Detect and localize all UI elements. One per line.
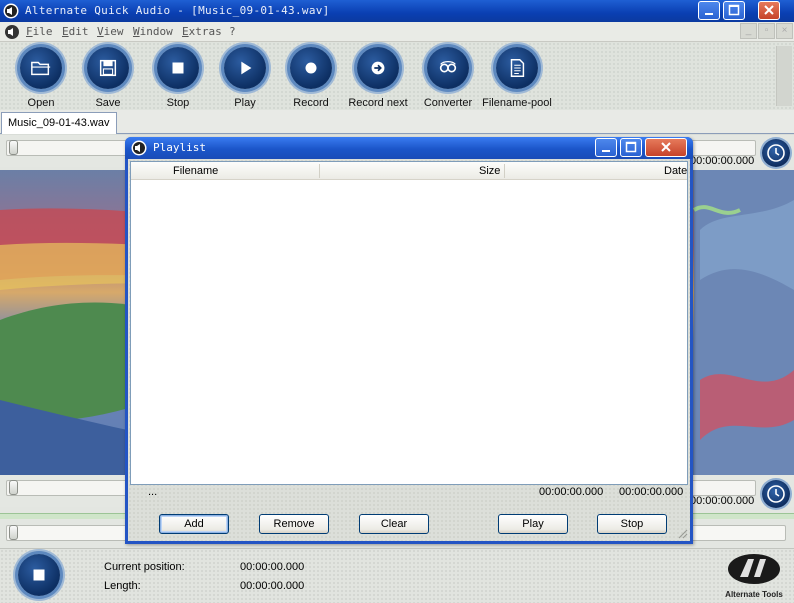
- menu-window[interactable]: Window: [133, 25, 173, 38]
- toolbar: Open Save Stop Play Record Record next C…: [0, 42, 794, 110]
- maximize-button[interactable]: [723, 1, 745, 20]
- stop-button[interactable]: Stop: [142, 47, 214, 109]
- maximize-icon: [728, 4, 740, 16]
- play-label: Play: [234, 97, 256, 109]
- top-clock-button[interactable]: [762, 139, 790, 167]
- speaker-icon: [131, 140, 147, 156]
- menu-file[interactable]: File: [26, 25, 53, 38]
- maximize-icon: [625, 141, 637, 153]
- close-button[interactable]: [758, 1, 780, 20]
- clock-icon: [767, 485, 785, 503]
- current-position-label: Current position:: [104, 561, 185, 573]
- play-icon: [241, 61, 252, 75]
- playlist-minimize-button[interactable]: [595, 138, 617, 157]
- column-filename[interactable]: Filename: [173, 165, 218, 177]
- record-icon: [305, 62, 317, 74]
- minimize-icon: [602, 150, 610, 152]
- stop-label: Stop: [166, 97, 190, 109]
- menu-extras[interactable]: Extras: [182, 25, 222, 38]
- playlist-time-1: 00:00:00.000: [539, 486, 604, 498]
- brand-logo: Alternate Tools: [718, 551, 790, 601]
- document-icon: [510, 59, 525, 77]
- current-position-value: 00:00:00.000: [240, 561, 305, 573]
- menu-view[interactable]: View: [97, 25, 124, 38]
- add-button[interactable]: Add: [159, 514, 229, 534]
- top-time-readout: 00:00:00.000: [690, 155, 755, 167]
- status-bar: Current position: 00:00:00.000 Length: 0…: [0, 548, 794, 603]
- mdi-minimize-button[interactable]: _: [740, 23, 757, 39]
- playlist-title: Playlist: [153, 141, 206, 154]
- status-stop-button[interactable]: [18, 554, 60, 596]
- speaker-app-icon: [3, 3, 19, 19]
- bottom-clock-button[interactable]: [762, 480, 790, 508]
- minimize-button[interactable]: [698, 1, 720, 20]
- tab-music-file[interactable]: Music_09-01-43.wav: [1, 112, 117, 134]
- folder-icon: [31, 61, 51, 76]
- close-icon: [764, 5, 774, 15]
- playlist-header: Filename Size Date: [131, 162, 687, 180]
- main-titlebar[interactable]: Alternate Quick Audio - [Music_09-01-43.…: [0, 0, 794, 22]
- playlist-play-button[interactable]: Play: [498, 514, 568, 534]
- document-tabstrip: Music_09-01-43.wav: [0, 110, 794, 134]
- playlist-time-2: 00:00:00.000: [619, 486, 684, 498]
- menu-bar: File Edit View Window Extras ? _ ▫ ×: [0, 22, 794, 42]
- mdi-restore-button[interactable]: ▫: [758, 23, 775, 39]
- minimize-icon: [705, 13, 713, 15]
- record-next-button[interactable]: Record next: [342, 47, 414, 109]
- bottom-slider-thumb[interactable]: [9, 480, 18, 495]
- playlist-stop-button[interactable]: Stop: [597, 514, 667, 534]
- alternate-tools-logo-icon: [728, 554, 780, 584]
- filename-pool-button[interactable]: Filename-pool: [481, 47, 553, 109]
- filename-pool-label: Filename-pool: [482, 97, 552, 109]
- toolbar-scrollbar[interactable]: [776, 46, 792, 106]
- playlist-titlebar[interactable]: Playlist: [125, 137, 693, 159]
- record-next-icon: [371, 61, 385, 75]
- playlist-dialog: Playlist Filename Size Date ... 00:00:00…: [125, 137, 693, 544]
- playlist-status-text: ...: [148, 486, 158, 498]
- document-speaker-icon[interactable]: [4, 24, 20, 40]
- playlist-body: Filename Size Date ... 00:00:00.000 00:0…: [128, 159, 690, 541]
- brand-text: Alternate Tools: [725, 590, 783, 599]
- bottom-time-readout: 00:00:00.000: [690, 495, 755, 507]
- top-slider-thumb[interactable]: [9, 140, 18, 155]
- converter-label: Converter: [423, 97, 473, 109]
- record-next-label: Record next: [348, 97, 408, 109]
- stop-icon: [33, 569, 45, 581]
- stop-icon: [172, 62, 184, 74]
- converter-button[interactable]: Converter: [412, 47, 484, 109]
- playlist-listview[interactable]: Filename Size Date: [130, 161, 688, 485]
- save-button[interactable]: Save: [72, 47, 144, 109]
- save-label: Save: [95, 97, 121, 109]
- open-button[interactable]: Open: [5, 47, 77, 109]
- length-value: 00:00:00.000: [240, 580, 305, 592]
- remove-button[interactable]: Remove: [259, 514, 329, 534]
- clear-button[interactable]: Clear: [359, 514, 429, 534]
- menu-help[interactable]: ?: [229, 25, 236, 38]
- close-icon: [661, 142, 671, 152]
- column-divider[interactable]: [319, 164, 320, 178]
- column-divider[interactable]: [504, 164, 505, 178]
- converter-icon: [439, 60, 457, 73]
- playlist-maximize-button[interactable]: [620, 138, 642, 157]
- window-title: Alternate Quick Audio - [Music_09-01-43.…: [25, 4, 330, 17]
- length-label: Length:: [104, 580, 141, 592]
- playlist-close-button[interactable]: [645, 138, 687, 157]
- record-button[interactable]: Record: [275, 47, 347, 109]
- mdi-close-button[interactable]: ×: [776, 23, 793, 39]
- play-button[interactable]: Play: [209, 47, 281, 109]
- menu-edit[interactable]: Edit: [62, 25, 89, 38]
- record-label: Record: [293, 97, 329, 109]
- floppy-icon: [99, 59, 117, 77]
- main-slider-thumb[interactable]: [9, 525, 18, 540]
- column-date[interactable]: Date: [664, 165, 687, 177]
- column-size[interactable]: Size: [479, 165, 500, 177]
- clock-icon: [767, 144, 785, 162]
- resize-grip-icon[interactable]: [676, 527, 688, 539]
- open-label: Open: [27, 97, 55, 109]
